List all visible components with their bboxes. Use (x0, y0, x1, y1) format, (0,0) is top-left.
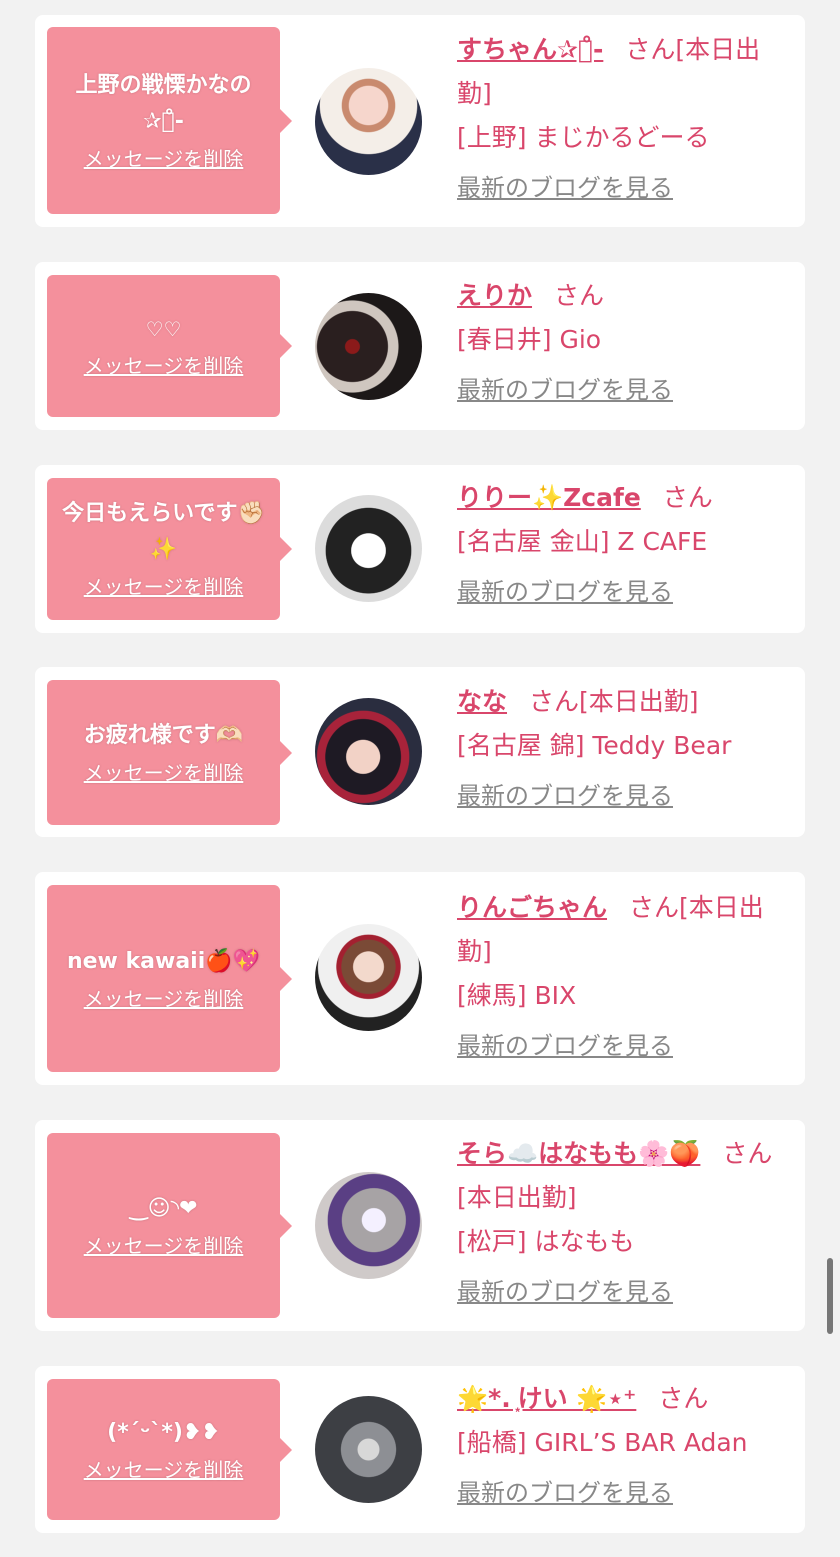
avatar[interactable] (315, 924, 422, 1031)
message-card: 上野の戦慄かなの ✰͙̊- メッセージを削除 すちゃん✰͙̊- さん[本日出勤] … (35, 15, 805, 227)
message-bubble: new kawaii🍎💖 メッセージを削除 (47, 885, 292, 1072)
message-card: お疲れ様です🫶🏻 メッセージを削除 なな さん[本日出勤] [名古屋 錦] Ted… (35, 667, 805, 837)
delete-message-link[interactable]: メッセージを削除 (84, 144, 244, 174)
message-bubble: 今日もえらいです✊🏻✨ メッセージを削除 (47, 478, 292, 620)
cast-info: なな さん[本日出勤] [名古屋 錦] Teddy Bear 最新のブログを見る (457, 680, 785, 816)
attendance-status: [本日出勤] (579, 687, 699, 716)
cast-name-link[interactable]: りんごちゃん (457, 893, 607, 922)
message-card: ♡♡ メッセージを削除 えりか さん [春日井] Gio 最新のブログを見る (35, 262, 805, 430)
message-list: 上野の戦慄かなの ✰͙̊- メッセージを削除 すちゃん✰͙̊- さん[本日出勤] … (0, 0, 840, 1557)
cast-name-link[interactable]: すちゃん✰͙̊- (457, 35, 603, 64)
cast-name-link[interactable]: りりー✨Zcafe (457, 483, 641, 512)
attendance-status: [本日出勤] (457, 1183, 577, 1212)
message-bubble: (*ˊᵕˋ*)❥❥ メッセージを削除 (47, 1379, 292, 1520)
message-card: (*ˊᵕˋ*)❥❥ メッセージを削除 🌟*. ͙けい 🌟⋆⁺ さん [船橋] GI… (35, 1366, 805, 1533)
message-text: 今日もえらいです✊🏻✨ (62, 501, 265, 562)
cast-info: えりか さん [春日井] Gio 最新のブログを見る (457, 274, 785, 410)
message-text: new kawaii🍎💖 (66, 948, 261, 974)
shop-area: [練馬] BIX (457, 981, 577, 1010)
honorific: さん (629, 893, 680, 922)
delete-message-link[interactable]: メッセージを削除 (84, 758, 244, 788)
shop-area: [松戸] はなもも (457, 1227, 635, 1256)
honorific: さん (662, 483, 713, 512)
shop-area: [名古屋 金山] Z CAFE (457, 527, 708, 556)
avatar[interactable] (315, 68, 422, 175)
message-text: お疲れ様です🫶🏻 (83, 722, 244, 748)
latest-blog-link[interactable]: 最新のブログを見る (457, 1272, 785, 1312)
message-card: new kawaii🍎💖 メッセージを削除 りんごちゃん さん[本日出勤] [練馬… (35, 872, 805, 1085)
cast-info: 🌟*. ͙けい 🌟⋆⁺ さん [船橋] GIRL’S BAR Adan 最新のブロ… (457, 1377, 785, 1513)
message-bubble: ♡♡ メッセージを削除 (47, 275, 292, 417)
honorific: さん (554, 281, 605, 310)
cast-info: りんごちゃん さん[本日出勤] [練馬] BIX 最新のブログを見る (457, 886, 785, 1066)
cast-info: すちゃん✰͙̊- さん[本日出勤] [上野] まじかるどーる 最新のブログを見る (457, 28, 785, 208)
shop-area: [名古屋 錦] Teddy Bear (457, 731, 732, 760)
latest-blog-link[interactable]: 最新のブログを見る (457, 1026, 785, 1066)
honorific: さん (529, 687, 580, 716)
message-text: (*ˊᵕˋ*)❥❥ (107, 1419, 220, 1445)
honorific: さん (722, 1139, 773, 1168)
latest-blog-link[interactable]: 最新のブログを見る (457, 168, 785, 208)
message-text: ♡♡ (145, 317, 182, 341)
delete-message-link[interactable]: メッセージを削除 (84, 1455, 244, 1485)
cast-name-link[interactable]: そら☁️はなもも🌸🍑 (457, 1139, 700, 1168)
delete-message-link[interactable]: メッセージを削除 (84, 1231, 244, 1261)
avatar[interactable] (315, 698, 422, 805)
shop-area: [上野] まじかるどーる (457, 123, 710, 152)
latest-blog-link[interactable]: 最新のブログを見る (457, 572, 785, 612)
avatar[interactable] (315, 495, 422, 602)
avatar[interactable] (315, 293, 422, 400)
delete-message-link[interactable]: メッセージを削除 (84, 351, 244, 381)
cast-info: そら☁️はなもも🌸🍑 さん [本日出勤] [松戸] はなもも 最新のブログを見る (457, 1132, 785, 1312)
latest-blog-link[interactable]: 最新のブログを見る (457, 776, 785, 816)
avatar[interactable] (315, 1396, 422, 1503)
message-text: ‿☺︎︎◝❤︎︎ (129, 1195, 198, 1221)
latest-blog-link[interactable]: 最新のブログを見る (457, 1473, 785, 1513)
message-bubble: お疲れ様です🫶🏻 メッセージを削除 (47, 680, 292, 825)
cast-name-link[interactable]: なな (457, 687, 507, 716)
delete-message-link[interactable]: メッセージを削除 (84, 572, 244, 602)
shop-area: [船橋] GIRL’S BAR Adan (457, 1428, 748, 1457)
honorific: さん (658, 1384, 709, 1413)
message-bubble: 上野の戦慄かなの ✰͙̊- メッセージを削除 (47, 27, 292, 214)
scrollbar[interactable] (827, 1258, 833, 1334)
delete-message-link[interactable]: メッセージを削除 (84, 984, 244, 1014)
message-card: ‿☺︎︎◝❤︎︎ メッセージを削除 そら☁️はなもも🌸🍑 さん [本日出勤] [松戸… (35, 1120, 805, 1331)
latest-blog-link[interactable]: 最新のブログを見る (457, 370, 785, 410)
shop-area: [春日井] Gio (457, 325, 602, 354)
message-bubble: ‿☺︎︎◝❤︎︎ メッセージを削除 (47, 1133, 292, 1318)
avatar[interactable] (315, 1172, 422, 1279)
honorific: さん (625, 35, 676, 64)
message-card: 今日もえらいです✊🏻✨ メッセージを削除 りりー✨Zcafe さん [名古屋 金山… (35, 465, 805, 633)
cast-name-link[interactable]: えりか (457, 281, 532, 310)
cast-name-link[interactable]: 🌟*. ͙けい 🌟⋆⁺ (457, 1384, 636, 1413)
cast-info: りりー✨Zcafe さん [名古屋 金山] Z CAFE 最新のブログを見る (457, 476, 785, 612)
message-text: 上野の戦慄かなの ✰͙̊- (75, 72, 252, 134)
